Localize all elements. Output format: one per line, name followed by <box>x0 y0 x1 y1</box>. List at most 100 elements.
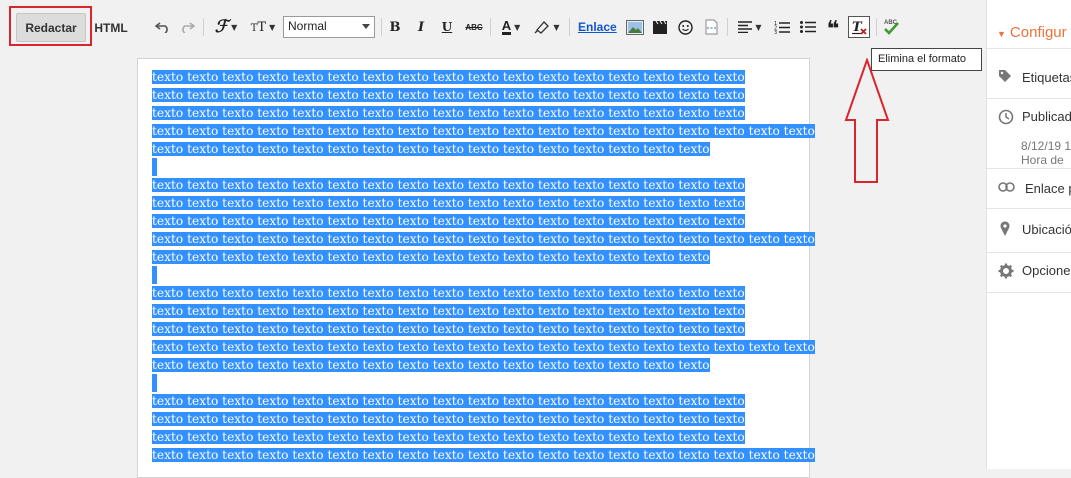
sidebar-item-label: Publicad <box>1022 109 1071 124</box>
selected-text-line: texto texto texto texto texto texto text… <box>152 212 812 230</box>
highlighter-icon <box>534 21 550 34</box>
gear-icon <box>998 263 1014 279</box>
highlight-color-button[interactable]: ▼ <box>532 14 562 40</box>
bold-button[interactable]: B <box>387 14 403 40</box>
chevron-down-icon: ▼ <box>269 22 276 32</box>
jump-break-icon[interactable] <box>702 14 720 40</box>
text-color-icon: A <box>501 18 512 35</box>
selected-text: texto texto texto texto texto texto text… <box>152 88 745 102</box>
editor-paragraph[interactable]: texto texto texto texto texto texto text… <box>152 176 815 284</box>
selected-text-line: texto texto texto texto texto texto text… <box>152 392 812 410</box>
selected-text: texto texto texto texto texto texto text… <box>152 430 745 444</box>
redo-icon[interactable] <box>178 14 196 40</box>
selected-text-line: texto texto texto texto texto texto text… <box>152 140 812 158</box>
italic-button[interactable]: I <box>413 14 429 40</box>
sidebar-divider <box>987 48 1071 49</box>
selected-empty-line <box>152 266 157 284</box>
selected-text: texto texto texto texto texto texto text… <box>152 358 710 372</box>
selected-text-line: texto texto texto texto texto texto text… <box>152 86 812 104</box>
selected-text: texto texto texto texto texto texto text… <box>152 178 745 192</box>
selected-text-line: texto texto texto texto texto texto text… <box>152 68 812 86</box>
selected-text: texto texto texto texto texto texto text… <box>152 124 815 138</box>
toolbar-separator <box>490 18 491 36</box>
editor-paragraph[interactable]: texto texto texto texto texto texto text… <box>152 392 815 464</box>
selected-text-line: texto texto texto texto texto texto text… <box>152 446 815 464</box>
tag-icon <box>999 70 1011 82</box>
red-arrow-annotation <box>844 58 890 183</box>
toolbar-separator <box>727 18 728 36</box>
align-left-icon <box>738 21 753 33</box>
emoji-icon[interactable] <box>676 14 694 40</box>
selected-text: texto texto texto texto texto texto text… <box>152 196 745 210</box>
strikethrough-button[interactable]: ABC <box>464 14 484 40</box>
selected-text-line: texto texto texto texto texto texto text… <box>152 230 815 248</box>
text-color-button[interactable]: A ▼ <box>496 14 526 40</box>
published-time: Hora de <box>1021 153 1064 167</box>
sidebar-item-options[interactable]: Opciones <box>987 252 1071 293</box>
bullet-list-icon[interactable] <box>798 14 818 40</box>
insert-image-icon[interactable] <box>625 14 645 40</box>
sidebar-item-labels[interactable]: Etiquetas <box>987 58 1071 99</box>
editor-paragraph[interactable]: texto texto texto texto texto texto text… <box>152 284 815 392</box>
undo-icon[interactable] <box>154 14 172 40</box>
selected-empty-line <box>152 158 157 176</box>
editor-content[interactable]: texto texto texto texto texto texto text… <box>152 68 815 464</box>
format-select[interactable]: Normal <box>283 16 375 38</box>
sidebar-item-location[interactable]: Ubicació <box>987 208 1071 253</box>
location-pin-icon <box>1000 221 1010 236</box>
numbered-list-icon[interactable]: 123 <box>772 14 792 40</box>
align-button[interactable]: ▼ <box>735 14 765 40</box>
selected-text: texto texto texto texto texto texto text… <box>152 232 815 246</box>
toolbar-separator <box>876 18 877 36</box>
sidebar-item-label: Enlace p <box>1025 181 1071 196</box>
published-date: 8/12/19 1 <box>1021 139 1071 153</box>
sidebar-item-label: Opciones <box>1022 263 1071 278</box>
editor-toolbar: Redactar HTML ℱ ▼ TT ▼ Normal B I U ABC A ▼… <box>0 0 986 48</box>
chevron-down-icon: ▼ <box>553 22 560 32</box>
selected-text-line: texto texto texto texto texto texto text… <box>152 338 815 356</box>
selected-text: texto texto texto texto texto texto text… <box>152 142 710 156</box>
selected-text: texto texto texto texto texto texto text… <box>152 394 745 408</box>
selected-text-line: texto texto texto texto texto texto text… <box>152 194 812 212</box>
selected-text-line: texto texto texto texto texto texto text… <box>152 428 812 446</box>
selected-text-line: texto texto texto texto texto texto text… <box>152 302 812 320</box>
chevron-down-icon: ▼ <box>231 22 238 32</box>
editor-paragraph[interactable]: texto texto texto texto texto texto text… <box>152 68 815 176</box>
font-family-button[interactable]: ℱ ▼ <box>211 14 241 40</box>
selected-text: texto texto texto texto texto texto text… <box>152 412 745 426</box>
chevron-down-icon: ▼ <box>514 22 521 32</box>
triangle-down-icon: ▼ <box>997 29 1006 39</box>
selected-text-line: texto texto texto texto texto texto text… <box>152 122 815 140</box>
link-button[interactable]: Enlace <box>578 20 617 34</box>
chevron-down-icon <box>362 24 370 29</box>
selected-text-line: texto texto texto texto texto texto text… <box>152 410 812 428</box>
spellcheck-button[interactable]: ABC <box>882 14 902 40</box>
sidebar-item-label: Etiquetas <box>1022 70 1071 85</box>
link-icon <box>998 182 1015 192</box>
selected-text: texto texto texto texto texto texto text… <box>152 286 745 300</box>
spellcheck-icon: ABC <box>884 20 899 35</box>
selected-text: texto texto texto texto texto texto text… <box>152 448 815 462</box>
selected-text-line: texto texto texto texto texto texto text… <box>152 284 812 302</box>
font-size-button[interactable]: TT ▼ <box>247 14 279 40</box>
insert-video-icon[interactable] <box>651 14 669 40</box>
html-mode-button[interactable]: HTML <box>88 13 134 42</box>
toolbar-separator <box>569 18 570 36</box>
svg-text:3: 3 <box>774 30 777 34</box>
compose-highlight-box <box>9 6 92 46</box>
selected-text-line: texto texto texto texto texto texto text… <box>152 176 812 194</box>
text-size-icon: TT <box>250 19 267 35</box>
remove-formatting-button[interactable]: T <box>848 16 870 38</box>
post-settings-sidebar: ▼ Configur Etiquetas Publicad 8/12/19 1 H… <box>986 0 1071 469</box>
font-family-icon: ℱ <box>214 17 229 37</box>
selected-text: texto texto texto texto texto texto text… <box>152 70 745 84</box>
clear-format-icon: T <box>852 20 867 35</box>
quote-icon[interactable]: ❝ <box>823 14 843 41</box>
underline-button[interactable]: U <box>439 14 455 40</box>
settings-header[interactable]: ▼ Configur <box>997 24 1067 41</box>
sidebar-item-published[interactable]: Publicad 8/12/19 1 Hora de <box>987 98 1071 169</box>
clock-icon <box>998 109 1014 125</box>
sidebar-item-permalink[interactable]: Enlace p <box>987 168 1071 209</box>
selected-text: texto texto texto texto texto texto text… <box>152 322 745 336</box>
selected-text: texto texto texto texto texto texto text… <box>152 214 745 228</box>
